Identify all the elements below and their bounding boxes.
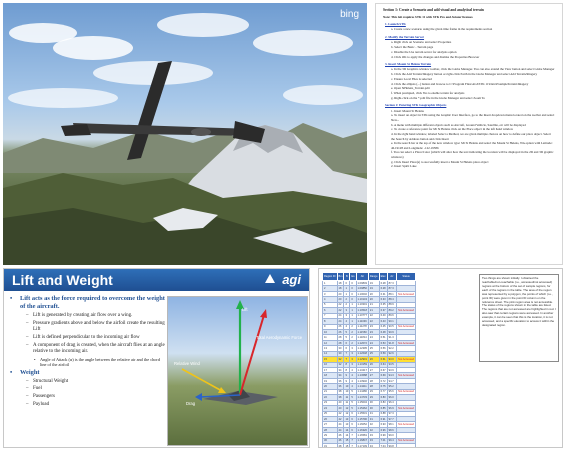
slide-sub-bullet: Structural Weight [26,379,166,386]
column-header[interactable]: Elev [378,272,388,281]
scene-illustration [3,13,367,265]
slide-sub-bullet: A component of drag is created, when the… [26,343,166,356]
table-cell[interactable]: 31 [322,443,338,447]
doc-item: d. Click the ellipsis (...) button and b… [391,81,529,86]
slide-sub-bullet: Pressure gradients above and below the a… [26,321,166,334]
doc-item: g. Right-click on the *.pdtt file in the… [391,96,485,101]
doc-item: 2. Insert Spirit Lake [391,164,417,169]
table-cell[interactable]: 7.04 [378,443,388,447]
doc-item: e. In the search bar at the top of the n… [391,141,553,150]
column-header[interactable]: Range [367,272,380,281]
doc-item: 1. Insert Mount St Helens [391,108,424,113]
doc-item: d. In the right hand window, labeled Sel… [391,132,552,141]
doc-item: c. To create a reference point for Mt St… [391,127,514,132]
agi-logo-text: agi [282,272,301,287]
notes-text-box[interactable]: Two things are shown initially. I obtain… [479,274,559,362]
table-cell[interactable]: 34 [367,443,380,447]
doc-section-title: 1. Launch STK [385,22,406,27]
doc-section-title: 2. Modify the Terrain Server [385,34,425,39]
force-vector-illustration [181,300,278,405]
relative-wind-label: Relative Wind [174,361,200,366]
table-body: 1 18 0 0 1.09849 19 6.28 87.3 2 18 1 0 1.09850 19 6.28… [322,279,416,447]
slide-bullet-list: Lift acts as the force required to overc… [10,295,166,410]
column-header[interactable]: Az [386,272,398,281]
bing-watermark: bing [340,9,359,20]
slide-sub-bullet: Lift is defined perpendicular to the inc… [26,335,166,342]
slide-sub-bullet: Lift is generated by creating air flow o… [26,313,166,320]
slide-bullet: Lift acts as the force required to overc… [10,295,166,311]
doc-item: a. Right click on Scenario and select Pr… [391,40,452,45]
column-header[interactable]: Status [396,272,416,281]
slide-title-bar: Lift and Weight agi [4,269,309,291]
doc-item: f. You can select a Place/Color (which w… [391,150,554,159]
doc-item: g. Click Insert Place(s) to successfully… [391,159,489,164]
table-cell[interactable]: 99.8 [386,443,398,447]
document-heading: Section 1: Create a Scenario and add vis… [383,8,484,12]
slide-sub-bullet: Fuel [26,386,166,393]
doc-item: f. When prompted, click Yes to enable te… [391,91,465,96]
slide-sub-bullet: Payload [26,402,166,409]
total-aerodynamic-force-label: Total Aerodynamic Force [256,335,303,340]
lift-label: Lift [242,307,248,312]
doc-item: e. Open StHelens_Terrain.pdtt [391,86,430,91]
column-header[interactable]: Region ID [322,272,338,281]
doc-section-2: 2. Modify the Terrain Server a. Right cl… [383,35,555,59]
doc-section-1: 1. Launch STK a. Create a new scenario u… [383,22,555,32]
doc-section-title: 3. Insert Mount St Helens Terrain [385,61,432,66]
table-cell[interactable] [396,443,416,447]
slide-sub-sub-bullet: Angle of Attack (α) is the angle between… [34,357,166,368]
stk-3d-scene-view[interactable]: bing [3,3,367,265]
lab-instructions-document[interactable]: Section 1: Create a Scenario and add vis… [375,3,563,265]
doc-item: b. Click the Add Terrain/Imagery button … [391,71,538,76]
slide-bullet: Weight [10,369,166,377]
doc-item: a. Create a new scenario using the given… [391,27,493,32]
doc-item: c. Ensure Local Files is selected [391,76,432,81]
document-note: Note: This lab requires STK 11 with STK … [383,14,473,19]
column-header[interactable]: Alt [355,272,369,281]
lift-force-diagram: Lift Total Aerodynamic Force Relative Wi… [167,296,308,446]
doc-item: b. A menu with multiple different object… [391,122,526,127]
agi-logo-icon [265,274,275,283]
doc-section-title: Section 2: Entering STK Geographic Objec… [385,103,447,108]
column-header[interactable]: Bm [336,272,345,281]
drag-label: Drag [186,401,196,406]
doc-item: a. In the 3D Graphics window toolbar, cl… [391,67,555,72]
lift-and-weight-slide[interactable]: Lift and Weight agi Lift acts as the for… [3,268,310,448]
table-row[interactable]: 31 48 15 7 1.17109 34 7.04 99.8 [322,443,416,447]
slide-sub-bullet: Passengers [26,394,166,401]
table-header-row: Region ID Bm B Eo Alt Range Elev Az Status [322,272,416,281]
region-table[interactable]: Region ID Bm B Eo Alt Range Elev Az Status 1 18 0 0… [322,272,416,447]
table-cell[interactable]: 48 [336,443,345,447]
doc-item: d. Click OK to apply the changes and dis… [391,54,480,59]
doc-section-3: 3. Insert Mount St Helens Terrain a. In … [383,62,555,101]
doc-item: c. Disable the Use terrain server for an… [391,49,457,54]
region-access-spreadsheet[interactable]: Region ID Bm B Eo Alt Range Elev Az Status 1 18 0 0… [318,268,563,448]
doc-item: b. Select the Basic - Terrain page [391,44,434,49]
table-cell[interactable]: 1.17109 [355,443,369,447]
doc-item: a. To insert an object in STK using the … [391,113,555,122]
slide-title: Lift and Weight [12,272,113,288]
doc-section-4: Section 2: Entering STK Geographic Objec… [383,103,555,168]
